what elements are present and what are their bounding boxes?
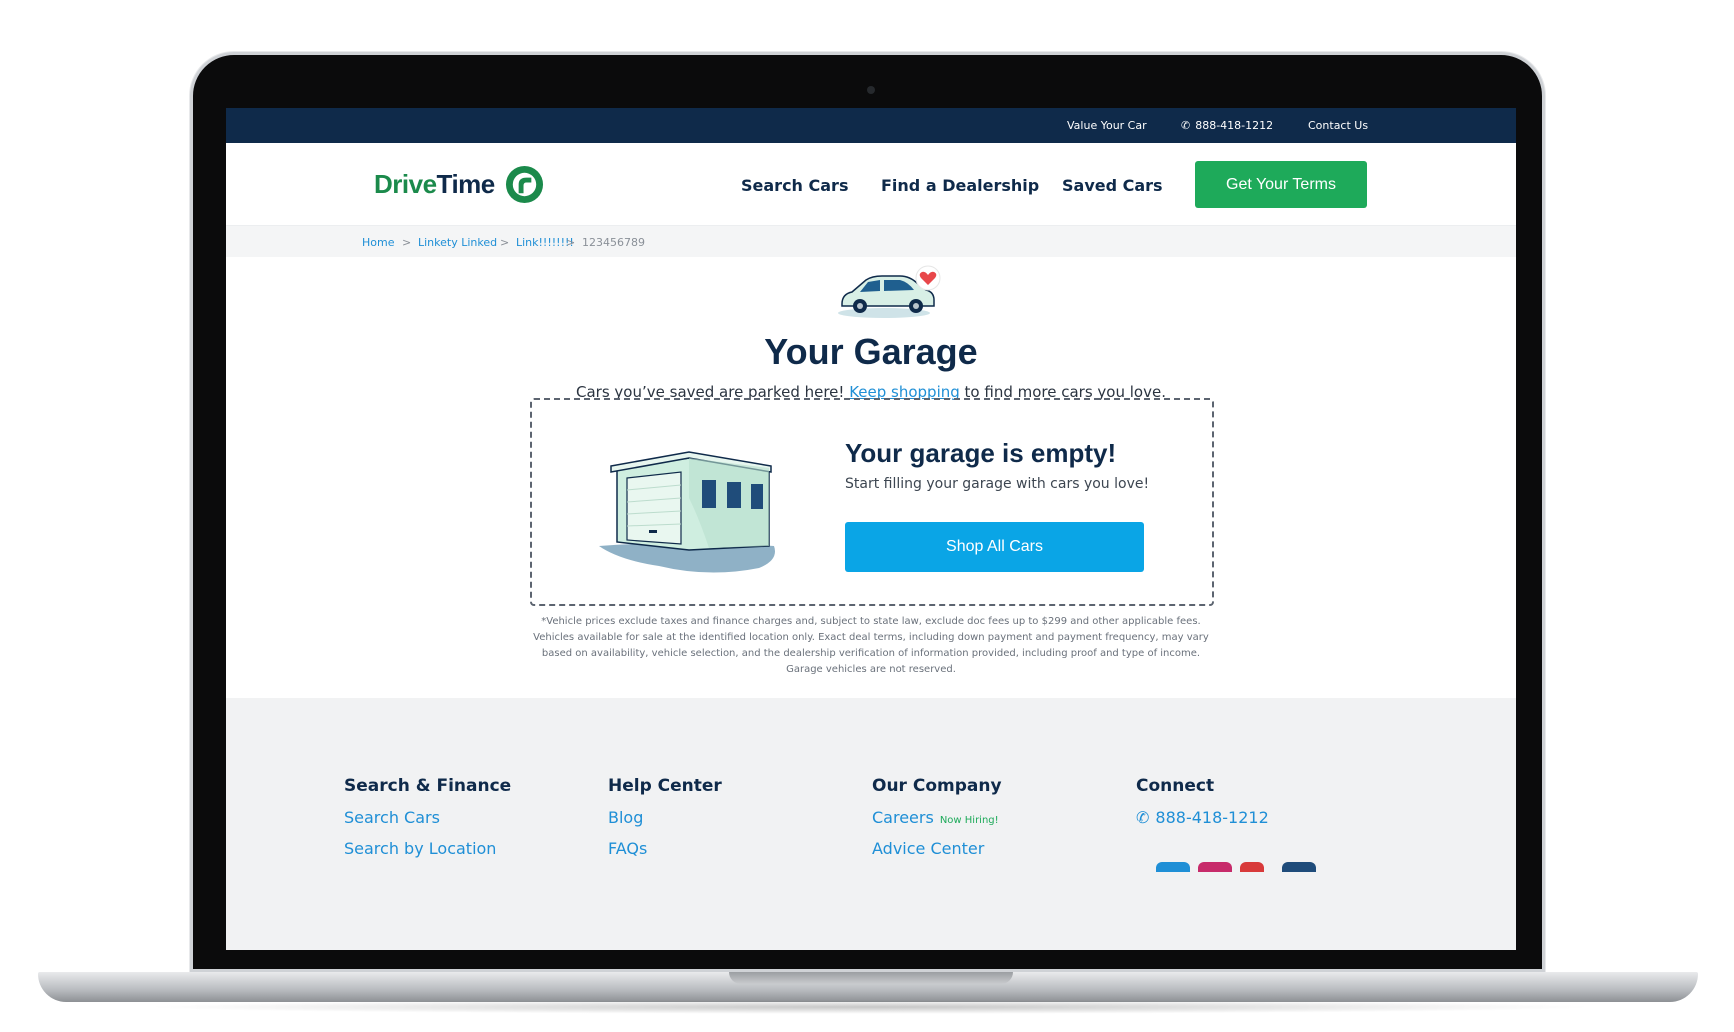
footer-column-connect: Connect ✆ 888-418-1212 [1136, 776, 1269, 839]
logo-text-time: Time [436, 169, 496, 199]
laptop-shadow [140, 1000, 1600, 1014]
phone-icon: ✆ [1136, 808, 1150, 827]
empty-garage-subtitle: Start filling your garage with cars you … [845, 476, 1150, 492]
garage-building-icon [599, 451, 775, 573]
logo-text-drive: Drive [374, 169, 437, 199]
site-header: Drive Time Search Cars Find a Dealership … [226, 143, 1516, 226]
footer-heading: Help Center [608, 776, 722, 796]
topbar-phone-number: 888-418-1212 [1195, 119, 1274, 132]
footer-column-help-center: Help Center Blog FAQs [608, 776, 722, 870]
contact-us-link[interactable]: Contact Us [1308, 119, 1368, 132]
site-footer: Search & Finance Search Cars Search by L… [226, 698, 1516, 950]
breadcrumb-home[interactable]: Home [362, 236, 394, 249]
footer-phone-link[interactable]: ✆ 888-418-1212 [1136, 808, 1269, 827]
careers-label: Careers [872, 808, 934, 827]
footer-heading: Our Company [872, 776, 1002, 796]
footer-phone-number: 888-418-1212 [1155, 808, 1269, 827]
saved-car-heart-icon [838, 265, 941, 318]
nav-saved-cars[interactable]: Saved Cars [1062, 176, 1163, 195]
now-hiring-badge: Now Hiring! [939, 815, 999, 826]
page-title: Your Garage [764, 331, 978, 372]
breadcrumb-separator-icon: > [500, 236, 510, 249]
nav-search-cars[interactable]: Search Cars [741, 176, 848, 195]
footer-link-advice-center[interactable]: Advice Center [872, 839, 1002, 858]
shop-all-cars-button[interactable]: Shop All Cars [845, 522, 1144, 572]
footer-link-faqs[interactable]: FAQs [608, 839, 722, 858]
breadcrumb-linkety-linked[interactable]: Linkety Linked [418, 236, 497, 249]
footer-link-search-cars[interactable]: Search Cars [344, 808, 511, 827]
footer-column-our-company: Our Company Careers Now Hiring! Advice Ce… [872, 776, 1002, 870]
youtube-icon[interactable] [1240, 862, 1264, 872]
empty-garage-card: Your garage is empty! Start filling your… [530, 398, 1214, 606]
empty-garage-title: Your garage is empty! [845, 438, 1117, 468]
footer-link-blog[interactable]: Blog [608, 808, 722, 827]
get-your-terms-button[interactable]: Get Your Terms [1195, 161, 1367, 208]
footer-link-search-by-location[interactable]: Search by Location [344, 839, 511, 858]
pricing-disclaimer: *Vehicle prices exclude taxes and financ… [533, 616, 1209, 675]
topbar-phone-link[interactable]: ✆ 888-418-1212 [1181, 119, 1273, 132]
breadcrumb: Home > Linkety Linked > Link!!!!!!!! > 1… [226, 226, 1516, 257]
breadcrumb-separator-icon: > [402, 236, 412, 249]
logo-mark-icon [505, 165, 543, 204]
camera-icon [867, 86, 875, 94]
breadcrumb-current: 123456789 [582, 236, 645, 249]
utility-bar: Value Your Car ✆ 888-418-1212 Contact Us [226, 108, 1516, 143]
drivetime-logo[interactable]: Drive Time [374, 165, 544, 204]
phone-icon: ✆ [1181, 119, 1191, 132]
footer-link-careers[interactable]: Careers Now Hiring! [872, 808, 1002, 827]
instagram-icon[interactable] [1198, 862, 1232, 872]
twitter-icon[interactable] [1156, 862, 1190, 872]
nav-find-dealership[interactable]: Find a Dealership [881, 176, 1039, 195]
laptop-notch [729, 972, 1013, 984]
footer-column-search-finance: Search & Finance Search Cars Search by L… [344, 776, 511, 870]
value-your-car-link[interactable]: Value Your Car [1067, 119, 1147, 132]
breadcrumb-separator-icon: > [566, 236, 576, 249]
footer-heading: Connect [1136, 776, 1215, 796]
browser-screen: Value Your Car ✆ 888-418-1212 Contact Us … [226, 108, 1516, 950]
linkedin-icon[interactable] [1282, 862, 1316, 872]
footer-heading: Search & Finance [344, 776, 512, 796]
